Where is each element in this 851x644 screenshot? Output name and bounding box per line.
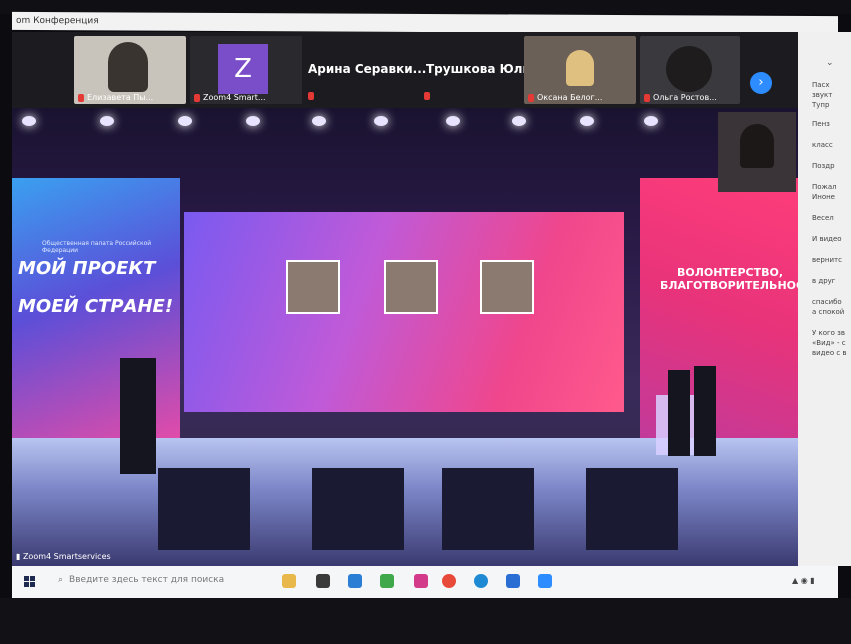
participant-video (666, 46, 712, 92)
chevron-down-icon[interactable]: ⌄ (826, 58, 834, 68)
nominee-photo (384, 260, 438, 314)
explorer-icon[interactable] (282, 574, 296, 588)
participant-silhouette (740, 124, 774, 168)
participant-tile-2[interactable]: Z Zoom4 Smart... (190, 36, 302, 104)
stage-light (446, 116, 460, 126)
participant-tile-1[interactable]: Елизавета Пы... (74, 36, 186, 104)
edge-icon[interactable] (474, 574, 488, 588)
screen-caption: Общественная палата Российской Федерации (42, 240, 152, 254)
participant-video (566, 50, 594, 86)
chat-message: Иноне (812, 193, 835, 201)
participant-tile-4[interactable]: Трушкова Юлия (426, 62, 539, 76)
participant-name: Елизавета Пы... (78, 93, 153, 102)
chat-message: Пасх (812, 81, 830, 89)
store-icon[interactable] (316, 574, 330, 588)
muted-mic-icon (308, 92, 314, 100)
participant-tile-6[interactable]: Ольга Ростов... (640, 36, 740, 104)
presenter-figure (668, 370, 690, 456)
windows-taskbar: ⌕ Введите здесь текст для поиска ▲ ◉ ▮ (12, 566, 838, 598)
chat-message: в друг (812, 277, 836, 285)
stage-light (644, 116, 658, 126)
mail-icon[interactable] (348, 574, 362, 588)
stage-speaker (312, 468, 404, 550)
active-speaker-label: ▮ Zoom4 Smartservices (16, 552, 111, 561)
stage-light (312, 116, 326, 126)
signal-icon: ▮ (16, 552, 21, 561)
chat-message: видео с в (812, 349, 847, 357)
stage-light (374, 116, 388, 126)
chat-message: вернитс (812, 256, 842, 264)
shared-video: Общественная палата Российской Федерации… (12, 108, 798, 566)
muted-mic-icon (424, 92, 430, 100)
nominee-photo (480, 260, 534, 314)
chat-message: У кого зв (812, 329, 846, 337)
stage-speaker (442, 468, 534, 550)
chat-message: а спокой (812, 308, 845, 316)
muted-mic-icon (528, 93, 534, 102)
stage-light (100, 116, 114, 126)
chat-message: Весел (812, 214, 834, 222)
outlook-icon[interactable] (506, 574, 520, 588)
chat-message: класс (812, 141, 833, 149)
stage-light (512, 116, 526, 126)
stage-light (246, 116, 260, 126)
stage-light (178, 116, 192, 126)
next-page-button[interactable]: › (750, 72, 772, 94)
screen-headline: ВОЛОНТЕРСТВО, БЛАГОТВОРИТЕЛЬНОСТЬ (660, 266, 798, 292)
chat-message: Пожал (812, 183, 837, 191)
screen-headline: МОЕЙ СТРАНЕ! (18, 296, 174, 317)
stage-light (22, 116, 36, 126)
search-icon: ⌕ (58, 575, 64, 585)
nominee-photo (286, 260, 340, 314)
participant-name: Ольга Ростов... (644, 93, 717, 102)
participant-video (108, 42, 148, 92)
chat-panel[interactable]: ⌄ Пасх звукт Тупр Пенз класс Поздр Пожал… (798, 32, 851, 566)
app-icon[interactable] (380, 574, 394, 588)
monitor-bezel (0, 598, 851, 644)
chat-message: Тупр (812, 101, 830, 109)
presenter-figure (694, 366, 716, 456)
participant-tile-3[interactable]: Арина Серавки... (308, 62, 426, 76)
speaker-figure (120, 358, 156, 474)
chat-message: Пенз (812, 120, 830, 128)
muted-mic-icon (194, 93, 200, 102)
chat-message: звукт (812, 91, 833, 99)
chrome-icon[interactable] (442, 574, 456, 588)
stage-light (580, 116, 594, 126)
chat-message: «Вид» - с (812, 339, 846, 347)
window-title: om Конференция (12, 11, 838, 35)
app-icon[interactable] (414, 574, 428, 588)
zoom-icon[interactable] (538, 574, 552, 588)
zoom-meeting-window: Елизавета Пы... Z Zoom4 Smart... Арина С… (12, 32, 798, 566)
stage-speaker (586, 468, 678, 550)
screen-headline: МОЙ ПРОЕКТ (18, 258, 156, 279)
muted-mic-icon (78, 93, 84, 102)
participant-name: Оксана Белог... (528, 93, 602, 102)
participant-strip: Елизавета Пы... Z Zoom4 Smart... Арина С… (12, 32, 798, 108)
participant-name: Zoom4 Smart... (194, 93, 266, 102)
center-led-screen (184, 212, 624, 412)
stage-speaker (158, 468, 250, 550)
avatar: Z (218, 44, 268, 94)
start-button[interactable] (24, 576, 36, 588)
chat-message: Поздр (812, 162, 835, 170)
participant-tile-5[interactable]: Оксана Белог... (524, 36, 636, 104)
system-tray[interactable]: ▲ ◉ ▮ (792, 576, 815, 585)
chat-message: спасибо (812, 298, 842, 306)
chat-message: И видео (812, 235, 842, 243)
self-view-video[interactable] (718, 112, 796, 192)
muted-mic-icon (644, 93, 650, 102)
taskbar-search[interactable]: ⌕ Введите здесь текст для поиска (58, 575, 224, 585)
